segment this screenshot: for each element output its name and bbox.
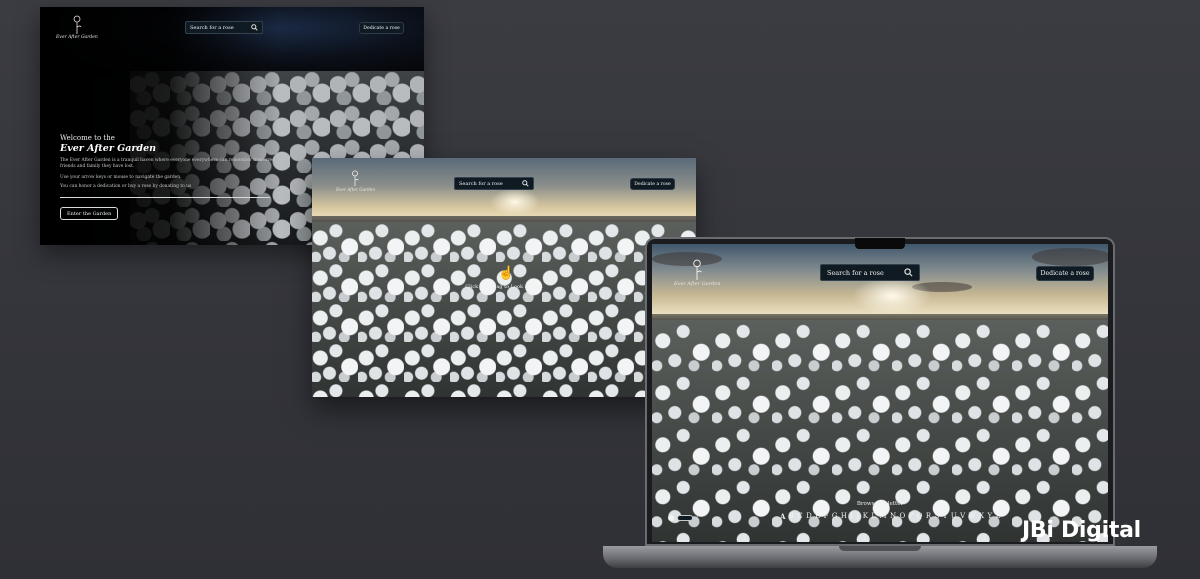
logo[interactable]: Ever After Garden — [336, 170, 375, 192]
letter-o[interactable]: O — [900, 512, 906, 521]
rose-field[interactable] — [652, 320, 1108, 542]
dedicate-button[interactable]: Dedicate a rose — [359, 22, 404, 34]
search-icon[interactable] — [251, 24, 258, 31]
rose-icon — [352, 170, 360, 187]
browse-by-letter-label: Browse by letter — [856, 501, 904, 507]
letter-index: A B C D E F G H I J K L M N O P Q R S T … — [780, 512, 1000, 521]
letter-c[interactable]: C — [797, 512, 802, 521]
letter-b[interactable]: B — [789, 512, 794, 521]
logo[interactable]: Ever After Garden — [56, 15, 98, 40]
laptop-screen[interactable]: Ever After Garden Search for a rose Dedi… — [652, 244, 1108, 542]
donate-text[interactable]: You can honor a dedication or buy a rose… — [60, 184, 285, 190]
search-placeholder: Search for a rose — [827, 268, 884, 277]
divider — [60, 197, 270, 198]
logo-text: Ever After Garden — [674, 281, 721, 287]
logo-text: Ever After Garden — [336, 187, 375, 192]
theme-toggle[interactable]: ☾ — [668, 514, 702, 522]
letter-a[interactable]: A — [780, 512, 785, 521]
enter-garden-button[interactable]: Enter the Garden — [60, 207, 119, 220]
search-icon[interactable] — [522, 180, 529, 187]
letter-t[interactable]: T — [943, 512, 948, 521]
search-input[interactable]: Search for a rose — [820, 264, 920, 281]
rose-field[interactable] — [312, 222, 696, 397]
letter-r[interactable]: R — [926, 512, 931, 521]
navigation-hint: Use your arrow keys or mouse to navigate… — [60, 175, 182, 180]
letter-g[interactable]: G — [832, 512, 838, 521]
letter-h[interactable]: H — [841, 512, 847, 521]
dedicate-button[interactable]: Dedicate a rose — [1036, 266, 1094, 281]
letter-k[interactable]: K — [863, 512, 868, 521]
garden-window[interactable]: Ever After Garden Search for a rose Dedi… — [312, 158, 696, 397]
rose-icon — [73, 15, 82, 34]
logo-text: Ever After Garden — [56, 35, 98, 40]
logo[interactable]: Ever After Garden — [674, 259, 720, 287]
toggle-icon[interactable] — [677, 515, 693, 521]
letter-i[interactable]: I — [850, 512, 853, 521]
letter-u[interactable]: U — [951, 512, 957, 521]
letter-s[interactable]: S — [935, 512, 940, 521]
letter-e[interactable]: E — [815, 512, 820, 521]
letter-l[interactable]: L — [871, 512, 876, 521]
rose-icon — [693, 259, 703, 280]
letter-j[interactable]: J — [857, 512, 860, 521]
letter-d[interactable]: D — [806, 512, 812, 521]
letter-w[interactable]: W — [969, 512, 976, 521]
drag-hint: Click and drag to Look around — [465, 284, 543, 290]
letter-x[interactable]: X — [979, 512, 984, 521]
dedicate-button[interactable]: Dedicate a rose — [630, 178, 675, 190]
laptop-mockup: Ever After Garden Search for a rose Dedi… — [645, 237, 1115, 546]
welcome-heading: Welcome to the — [60, 134, 115, 142]
hand-cursor-icon: ☝ — [498, 266, 515, 281]
intro-paragraph: The Ever After Garden is a tranquil have… — [60, 158, 275, 169]
brand-logo: JBi Digital — [1022, 518, 1141, 543]
search-input[interactable]: Search for a rose — [454, 177, 534, 190]
garden-title: Ever After Garden — [60, 143, 157, 154]
letter-f[interactable]: F — [824, 512, 829, 521]
moon-icon: ☾ — [696, 514, 703, 522]
laptop-base — [603, 546, 1157, 568]
search-icon[interactable] — [904, 268, 913, 277]
letter-q[interactable]: Q — [917, 512, 923, 521]
search-placeholder: Search for a rose — [190, 24, 234, 31]
letter-v[interactable]: V — [960, 512, 965, 521]
letter-n[interactable]: N — [890, 512, 896, 521]
camera-notch — [855, 238, 905, 249]
letter-y[interactable]: Y — [988, 512, 993, 521]
letter-m[interactable]: M — [879, 512, 886, 521]
letter-z[interactable]: Z — [996, 512, 1001, 521]
light-dot-icon — [668, 515, 674, 521]
search-placeholder: Search for a rose — [459, 180, 503, 187]
letter-p[interactable]: P — [909, 512, 914, 521]
search-input[interactable]: Search for a rose — [185, 21, 263, 34]
